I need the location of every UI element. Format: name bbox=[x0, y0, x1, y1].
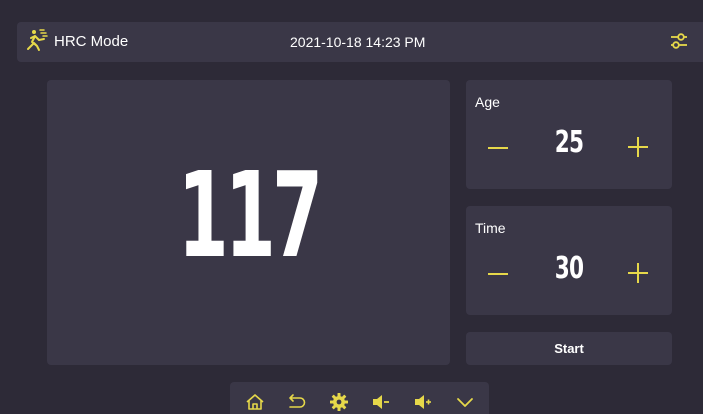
datetime-display: 2021-10-18 14:23 PM bbox=[290, 34, 426, 50]
start-button[interactable]: Start bbox=[466, 332, 672, 365]
heart-rate-panel: 117 bbox=[47, 80, 450, 365]
time-increase-button[interactable] bbox=[628, 263, 648, 283]
mode-title: HRC Mode bbox=[54, 33, 129, 50]
bottom-nav-bar bbox=[230, 382, 489, 414]
running-person-icon bbox=[27, 29, 48, 51]
time-label: Time bbox=[475, 220, 506, 236]
chevron-down-icon[interactable] bbox=[455, 392, 475, 412]
volume-up-icon[interactable] bbox=[413, 392, 433, 412]
gear-icon[interactable] bbox=[329, 392, 349, 412]
home-icon[interactable] bbox=[245, 392, 265, 412]
top-bar: HRC Mode 2021-10-18 14:23 PM bbox=[17, 22, 703, 62]
back-icon[interactable] bbox=[287, 392, 307, 412]
volume-down-icon[interactable] bbox=[371, 392, 391, 412]
age-label: Age bbox=[475, 94, 500, 110]
age-card: Age 25 bbox=[466, 80, 672, 189]
age-value: 25 bbox=[554, 125, 584, 160]
time-value: 30 bbox=[554, 251, 584, 286]
age-increase-button[interactable] bbox=[628, 137, 648, 157]
sliders-icon[interactable] bbox=[668, 30, 690, 52]
heart-rate-value: 117 bbox=[177, 146, 323, 284]
time-card: Time 30 bbox=[466, 206, 672, 315]
